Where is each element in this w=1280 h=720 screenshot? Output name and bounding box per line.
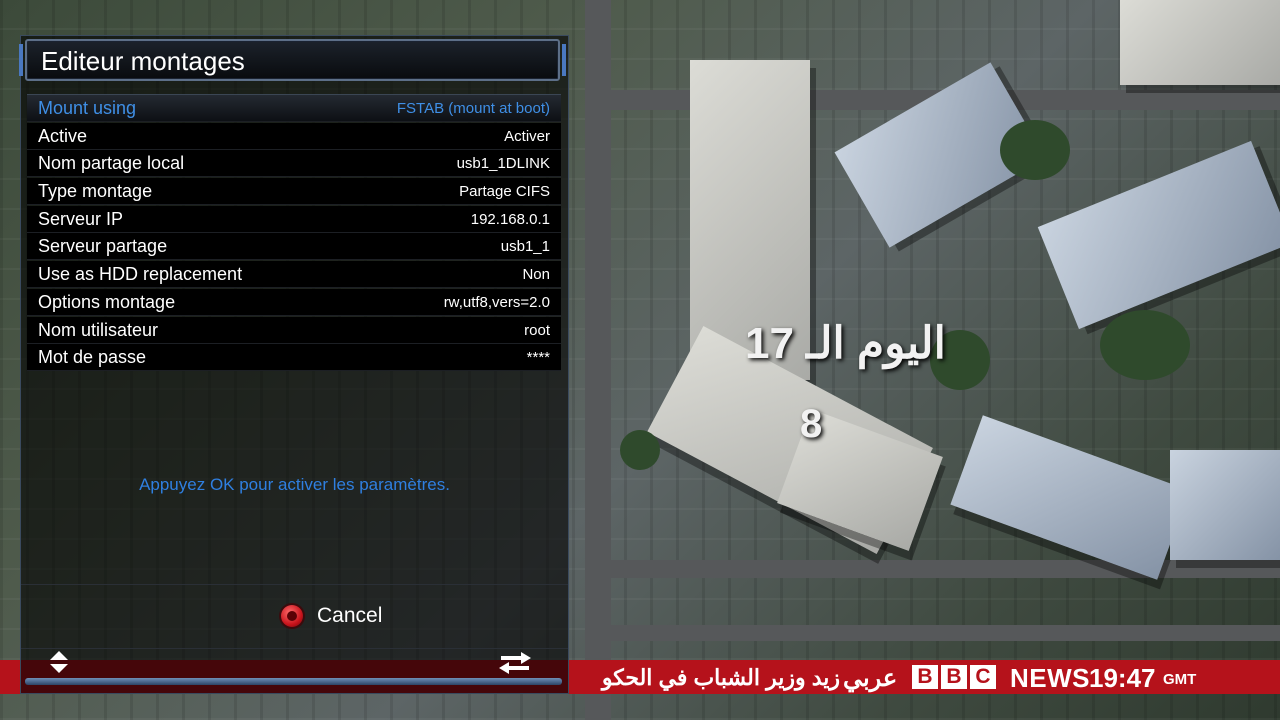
dialog-title-bar: Editeur montages — [19, 39, 566, 81]
setting-value: FSTAB (mount at boot) — [396, 100, 550, 117]
setting-value: Non — [522, 266, 550, 284]
mount-editor-dialog: Editeur montages Mount using FSTAB (moun… — [19, 35, 569, 694]
setting-row-username[interactable]: Nom utilisateur root — [27, 316, 561, 344]
cancel-label: Cancel — [317, 604, 383, 627]
setting-value: **** — [526, 349, 550, 367]
settings-list: Mount using FSTAB (mount at boot) Active… — [27, 94, 561, 372]
setting-value: usb1_1DLINK — [456, 155, 550, 173]
setting-value: usb1_1 — [500, 238, 550, 256]
setting-label: Type montage — [38, 181, 153, 202]
video-overlay-number: 8 — [800, 402, 823, 446]
setting-row-server-ip[interactable]: Serveur IP 192.168.0.1 — [27, 205, 561, 233]
dialog-title: Editeur montages — [41, 46, 245, 76]
setting-label: Serveur IP — [38, 208, 124, 229]
leftright-arrows-icon — [499, 650, 531, 681]
ticker-news-label: NEWS — [1010, 663, 1090, 693]
setting-label: Options montage — [38, 291, 176, 312]
setting-row-mount-options[interactable]: Options montage rw,utf8,vers=2.0 — [27, 288, 561, 316]
setting-value: root — [524, 321, 550, 339]
ticker-timezone: GMT — [1163, 671, 1197, 688]
bbc-logo-letter: B — [912, 665, 938, 689]
setting-row-mount-using[interactable]: Mount using FSTAB (mount at boot) — [27, 94, 561, 122]
setting-value: Partage CIFS — [459, 183, 550, 201]
setting-label: Mot de passe — [38, 347, 147, 368]
setting-row-hdd-replacement[interactable]: Use as HDD replacement Non — [27, 261, 561, 289]
setting-label: Mount using — [38, 98, 137, 118]
setting-label: Serveur partage — [38, 236, 168, 257]
ticker-arabic-tag: عربي — [843, 665, 898, 692]
setting-value: 192.168.0.1 — [470, 210, 550, 228]
red-key-icon — [281, 605, 303, 627]
cancel-button[interactable]: Cancel — [281, 604, 382, 628]
updown-arrows-icon — [50, 651, 68, 673]
setting-label: Active — [38, 125, 88, 146]
ticker-time: 19:47 — [1089, 663, 1156, 693]
setting-value: Activer — [504, 127, 550, 145]
setting-label: Nom partage local — [38, 153, 185, 174]
divider — [21, 584, 568, 585]
help-text: Appuyez OK pour activer les paramètres. — [139, 475, 450, 494]
setting-label: Nom utilisateur — [38, 319, 159, 340]
setting-row-mount-type[interactable]: Type montage Partage CIFS — [27, 178, 561, 206]
divider — [21, 648, 568, 649]
setting-row-server-share[interactable]: Serveur partage usb1_1 — [27, 233, 561, 261]
setting-label: Use as HDD replacement — [38, 264, 243, 285]
bbc-logo-letter: B — [941, 665, 967, 689]
bbc-logo-letter: C — [970, 665, 996, 689]
bbc-logo: B B C — [912, 665, 996, 689]
ticker-headline: زيد وزير الشباب في الحكو — [601, 665, 840, 690]
setting-row-password[interactable]: Mot de passe **** — [27, 344, 561, 372]
video-overlay-caption: اليوم الـ 17 — [745, 319, 946, 368]
setting-row-active[interactable]: Active Activer — [27, 122, 561, 150]
setting-row-local-share-name[interactable]: Nom partage local usb1_1DLINK — [27, 150, 561, 178]
dialog-bottom-bar — [25, 678, 562, 685]
setting-value: rw,utf8,vers=2.0 — [443, 293, 550, 311]
